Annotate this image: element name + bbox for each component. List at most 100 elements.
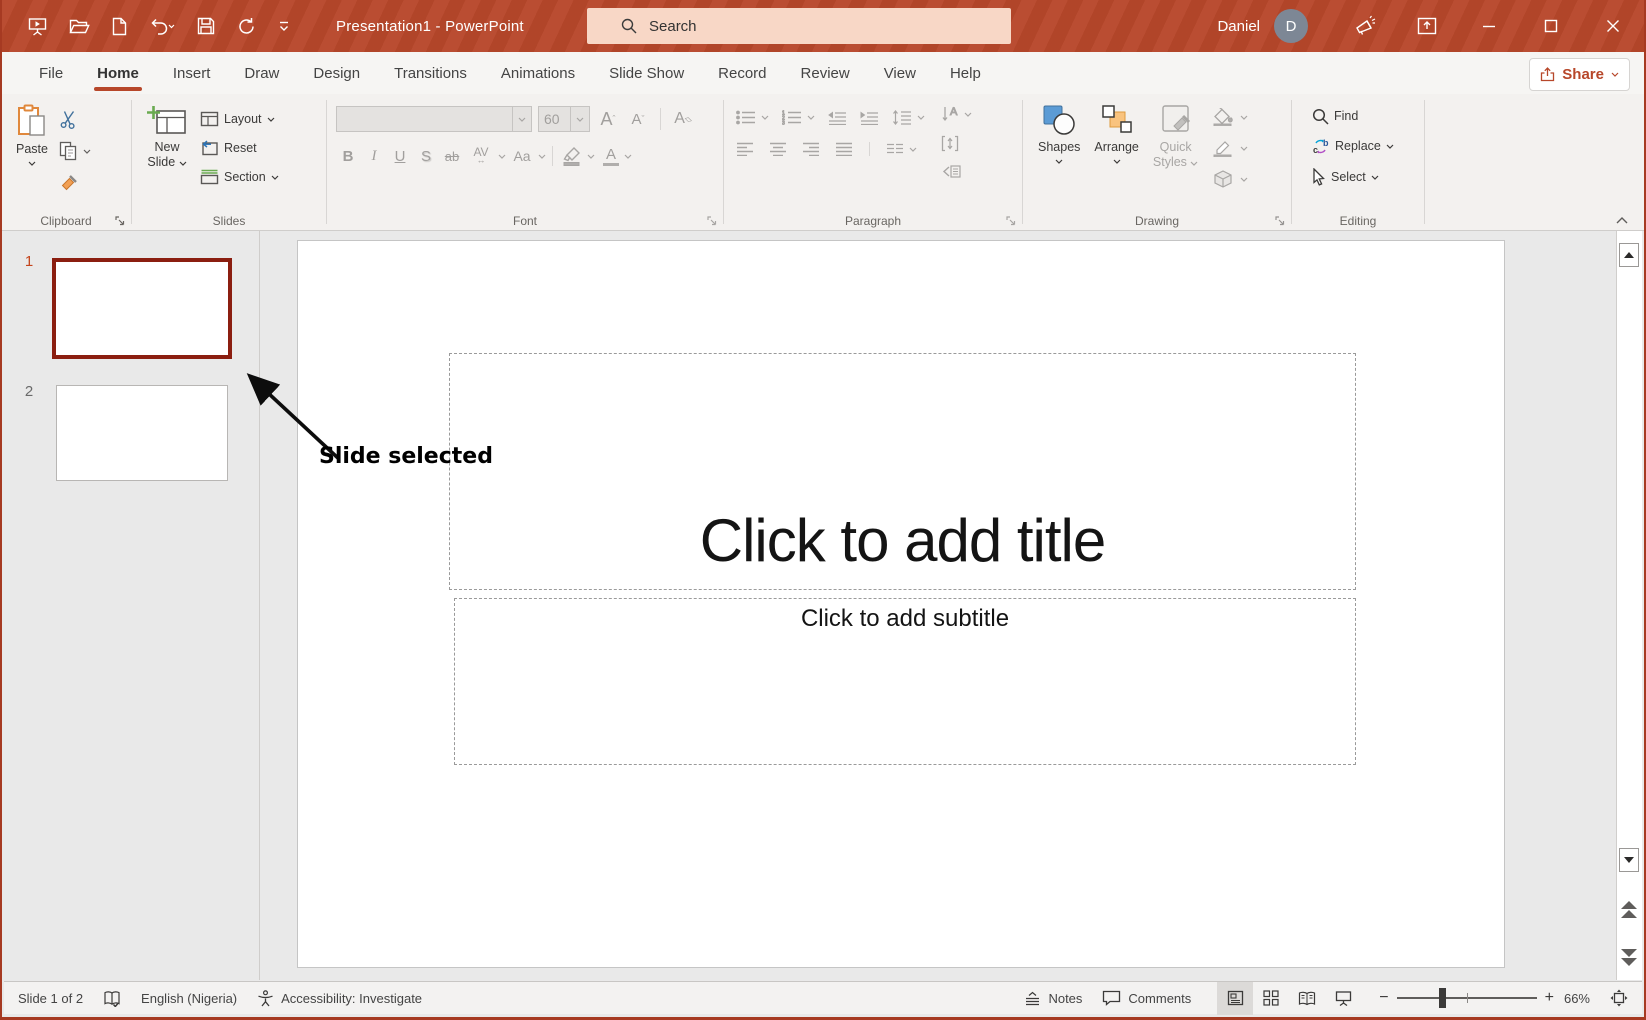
font-name-select[interactable] (336, 106, 532, 132)
shape-fill-button[interactable] (1210, 106, 1251, 128)
zoom-out-button[interactable]: − (1379, 989, 1388, 1007)
clear-formatting-button[interactable]: A ▱ (671, 107, 695, 131)
shrink-font-button[interactable]: Aˇ (626, 107, 650, 131)
align-left-button[interactable] (733, 140, 757, 158)
zoom-slider-thumb[interactable] (1438, 988, 1446, 1008)
spellcheck-button[interactable] (93, 982, 131, 1014)
slide-2-thumbnail[interactable] (56, 385, 228, 481)
subtitle-placeholder[interactable]: Click to add subtitle (454, 598, 1356, 765)
text-highlight-button[interactable] (559, 144, 598, 168)
slide-indicator[interactable]: Slide 1 of 2 (4, 982, 93, 1014)
font-size-select[interactable]: 60 (538, 106, 590, 132)
align-center-button[interactable] (766, 140, 790, 158)
font-color-button[interactable]: A (600, 145, 635, 168)
tab-slide-show[interactable]: Slide Show (592, 52, 701, 94)
align-text-button[interactable] (938, 133, 975, 154)
font-dialog-launcher-icon[interactable] (707, 216, 717, 226)
tab-file[interactable]: File (22, 52, 80, 94)
grow-font-button[interactable]: Aˆ (596, 107, 620, 131)
numbering-button[interactable]: 123 (779, 108, 818, 127)
tab-transitions[interactable]: Transitions (377, 52, 484, 94)
redo-button[interactable] (237, 17, 256, 36)
zoom-level[interactable]: 66% (1554, 982, 1600, 1014)
fit-slide-to-window-button[interactable] (1600, 982, 1642, 1014)
tab-draw[interactable]: Draw (227, 52, 296, 94)
increase-indent-button[interactable] (857, 109, 882, 127)
zoom-in-button[interactable]: + (1545, 989, 1554, 1007)
comments-button[interactable]: Comments (1092, 982, 1201, 1014)
shape-outline-button[interactable] (1210, 137, 1251, 159)
reading-view-button[interactable] (1289, 982, 1325, 1015)
decrease-indent-button[interactable] (825, 109, 850, 127)
bullets-button[interactable] (733, 108, 772, 127)
quick-styles-button[interactable]: Quick Styles (1147, 100, 1205, 174)
search-input[interactable]: Search (587, 8, 1011, 44)
slide-1-thumbnail[interactable] (52, 258, 232, 359)
underline-button[interactable]: U (388, 144, 412, 168)
tab-animations[interactable]: Animations (484, 52, 592, 94)
collapse-ribbon-button[interactable] (1616, 217, 1628, 224)
customize-qat-icon[interactable] (278, 20, 290, 33)
italic-button[interactable]: I (362, 144, 386, 168)
maximize-button[interactable] (1520, 0, 1582, 52)
section-button[interactable]: Section (197, 167, 282, 187)
feedback-megaphone-icon[interactable] (1334, 0, 1396, 52)
normal-view-button[interactable] (1217, 981, 1254, 1015)
line-spacing-button[interactable] (889, 108, 928, 127)
title-placeholder[interactable]: Click to add title (449, 353, 1356, 590)
tab-view[interactable]: View (867, 52, 933, 94)
arrange-button[interactable]: Arrange (1088, 100, 1144, 168)
change-case-button[interactable]: Aa (508, 144, 536, 168)
user-name[interactable]: Daniel (1217, 18, 1260, 35)
open-icon[interactable] (69, 18, 90, 35)
text-direction-button[interactable]: A (938, 104, 975, 125)
cut-button[interactable] (56, 108, 94, 131)
layout-button[interactable]: Layout (197, 109, 282, 129)
bold-button[interactable]: B (336, 144, 360, 168)
shape-effects-button[interactable] (1210, 168, 1251, 190)
slide-canvas[interactable]: Click to add title Click to add subtitle (297, 240, 1505, 968)
zoom-slider[interactable] (1396, 988, 1537, 1008)
character-spacing-button[interactable]: AV ↔ (466, 144, 496, 168)
paste-button[interactable]: Paste (10, 100, 54, 170)
new-file-icon[interactable] (112, 17, 127, 36)
vertical-scrollbar[interactable] (1616, 231, 1642, 980)
paragraph-dialog-launcher-icon[interactable] (1006, 216, 1016, 226)
scroll-down-button[interactable] (1619, 848, 1639, 872)
convert-to-smartart-button[interactable] (938, 162, 975, 181)
ribbon-display-options-icon[interactable] (1396, 0, 1458, 52)
text-shadow-button[interactable]: S (414, 144, 438, 168)
start-slideshow-icon[interactable] (28, 17, 47, 36)
undo-button[interactable] (149, 17, 175, 36)
previous-slide-button[interactable] (1620, 901, 1638, 918)
tab-record[interactable]: Record (701, 52, 783, 94)
slide-sorter-view-button[interactable] (1253, 982, 1289, 1015)
close-button[interactable] (1582, 0, 1644, 52)
tab-review[interactable]: Review (784, 52, 867, 94)
strikethrough-button[interactable]: ab (440, 144, 464, 168)
align-right-button[interactable] (799, 140, 823, 158)
tab-design[interactable]: Design (296, 52, 377, 94)
columns-button[interactable] (883, 141, 920, 157)
next-slide-button[interactable] (1620, 949, 1638, 966)
tab-insert[interactable]: Insert (156, 52, 228, 94)
shapes-button[interactable]: Shapes (1032, 100, 1086, 168)
copy-button[interactable] (56, 139, 94, 163)
scroll-up-button[interactable] (1619, 243, 1639, 267)
language-indicator[interactable]: English (Nigeria) (131, 982, 247, 1014)
justify-button[interactable] (832, 140, 856, 158)
drawing-dialog-launcher-icon[interactable] (1275, 216, 1285, 226)
slideshow-view-button[interactable] (1325, 982, 1361, 1015)
avatar[interactable]: D (1274, 9, 1308, 43)
replace-button[interactable]: bc Replace (1309, 136, 1417, 157)
find-button[interactable]: Find (1309, 106, 1417, 127)
new-slide-button[interactable]: New Slide (141, 100, 193, 174)
save-icon[interactable] (197, 17, 215, 35)
share-button[interactable]: Share (1529, 58, 1630, 91)
tab-help[interactable]: Help (933, 52, 998, 94)
reset-button[interactable]: Reset (197, 138, 282, 158)
clipboard-dialog-launcher-icon[interactable] (115, 216, 125, 226)
select-button[interactable]: Select (1309, 166, 1417, 188)
tab-home[interactable]: Home (80, 52, 156, 94)
accessibility-button[interactable]: Accessibility: Investigate (247, 982, 432, 1014)
